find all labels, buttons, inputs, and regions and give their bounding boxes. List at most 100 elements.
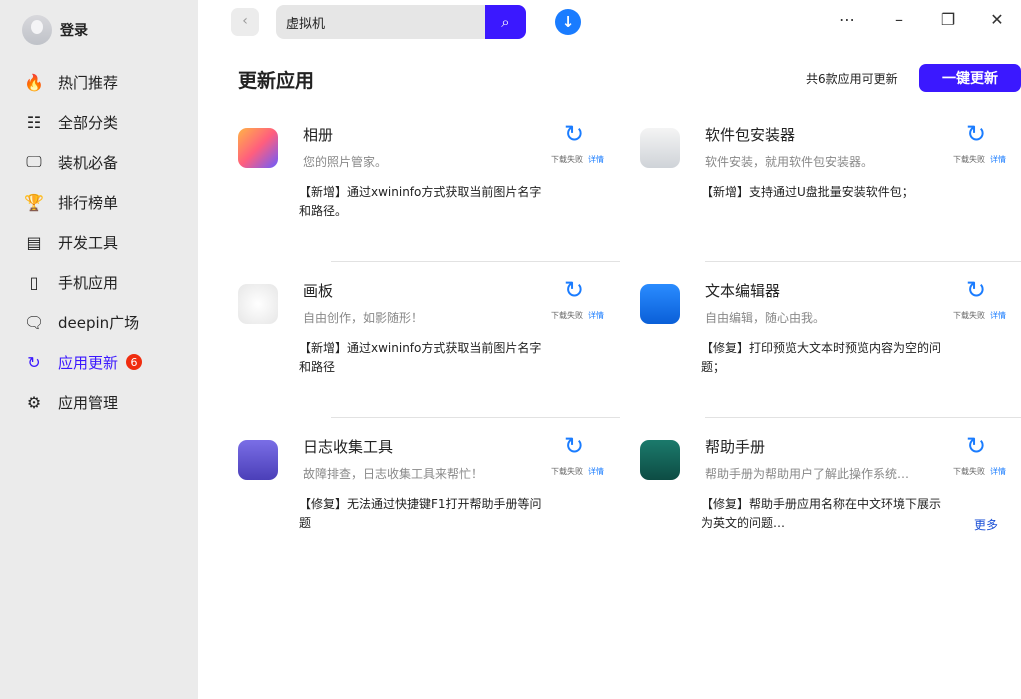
text-editor-icon — [640, 284, 680, 324]
app-name: 软件包安装器 — [705, 126, 796, 144]
sidebar-item-label: 热门推荐 — [58, 73, 119, 92]
manual-icon — [640, 440, 680, 480]
app-name: 文本编辑器 — [705, 282, 781, 300]
app-description: 软件安装，就用软件包安装器。 — [705, 155, 874, 169]
download-manager-button[interactable]: ↓ — [555, 9, 581, 35]
maximize-button[interactable]: ❐ — [936, 10, 960, 29]
retry-button[interactable]: ↻ — [966, 122, 986, 146]
sidebar-item-0[interactable]: 🔥 热门推荐 — [0, 62, 198, 102]
update-note: 【新增】通过xwininfo方式获取当前图片名字和路径 — [299, 341, 542, 374]
login-button[interactable]: 登录 — [22, 15, 88, 45]
log-viewer-icon — [238, 440, 278, 480]
app-update-card: 相册 您的照片管家。 【新增】通过xwininfo方式获取当前图片名字和路径。 … — [238, 120, 618, 260]
draw-icon — [238, 284, 278, 324]
detail-link[interactable]: 详情 — [588, 154, 604, 165]
app-update-card: 帮助手册 帮助手册为帮助用户了解此操作系统… 【修复】帮助手册应用名称在中文环境… — [640, 432, 1020, 572]
detail-link[interactable]: 详情 — [990, 466, 1006, 477]
detail-link[interactable]: 详情 — [990, 154, 1006, 165]
app-update-card: 文本编辑器 自由编辑，随心由我。 【修复】打印预览大文本时预览内容为空的问题； … — [640, 276, 1020, 416]
update-note: 【新增】通过xwininfo方式获取当前图片名字和路径。 — [299, 185, 542, 218]
terminal-icon: ▤ — [26, 232, 42, 252]
login-label: 登录 — [60, 23, 88, 39]
update-note: 【修复】打印预览大文本时预览内容为空的问题； — [701, 341, 942, 374]
more-icon: ⋯ — [839, 10, 855, 29]
refresh-icon: ↻ — [27, 352, 41, 372]
monitor-icon: 🖵 — [26, 152, 42, 171]
sidebar-item-6[interactable]: 🗨 deepin广场 — [0, 302, 198, 342]
fire-icon: 🔥 — [24, 72, 44, 92]
sidebar-item-2[interactable]: 🖵 装机必备 — [0, 142, 198, 182]
gear-icon: ⚙ — [26, 392, 42, 412]
app-description: 自由编辑，随心由我。 — [705, 311, 826, 325]
retry-button[interactable]: ↻ — [564, 278, 584, 302]
close-icon: ✕ — [990, 10, 1004, 29]
menu-button[interactable]: ⋯ — [835, 10, 859, 29]
refresh-icon: ↻ — [564, 120, 585, 148]
chat-icon: 🗨 — [24, 312, 45, 332]
retry-button[interactable]: ↻ — [564, 434, 584, 458]
search-button[interactable]: ⌕ — [485, 5, 526, 39]
maximize-icon: ❐ — [940, 10, 956, 29]
sidebar-item-label: deepin广场 — [58, 313, 140, 332]
package-installer-icon — [640, 128, 680, 168]
update-all-button[interactable]: 一键更新 — [919, 64, 1021, 92]
update-count: 共6款应用可更新 — [806, 72, 898, 86]
retry-button[interactable]: ↻ — [564, 122, 584, 146]
minimize-button[interactable]: – — [887, 10, 911, 29]
app-name: 相册 — [303, 126, 334, 144]
sidebar-item-label: 装机必备 — [58, 153, 119, 172]
app-name: 画板 — [303, 282, 334, 300]
app-update-card: 软件包安装器 软件安装，就用软件包安装器。 【新增】支持通过U盘批量安装软件包；… — [640, 120, 1020, 260]
back-button[interactable]: ‹ — [231, 8, 259, 36]
detail-link[interactable]: 详情 — [588, 466, 604, 477]
download-failed-status: 下载失败 — [551, 467, 583, 476]
sidebar-item-8[interactable]: ⚙ 应用管理 — [0, 382, 198, 422]
sidebar: 登录 🔥 热门推荐 ☷ 全部分类 🖵 装机必备 🏆 排行榜单 ▤ 开发工具 ▯ 手机应用 🗨 deepin… — [0, 0, 198, 699]
page-title: 更新应用 — [238, 70, 315, 92]
download-failed-status: 下载失败 — [551, 155, 583, 164]
refresh-icon: ↻ — [564, 432, 585, 460]
divider — [331, 417, 620, 418]
minimize-icon: – — [895, 10, 903, 29]
sidebar-item-label: 开发工具 — [58, 233, 119, 252]
download-failed-status: 下载失败 — [953, 311, 985, 320]
sidebar-item-label: 应用更新 — [58, 353, 119, 372]
download-failed-status: 下载失败 — [953, 155, 985, 164]
divider — [705, 261, 1021, 262]
app-name: 日志收集工具 — [303, 438, 394, 456]
sidebar-item-label: 手机应用 — [58, 273, 119, 292]
sidebar-item-3[interactable]: 🏆 排行榜单 — [0, 182, 198, 222]
retry-button[interactable]: ↻ — [966, 278, 986, 302]
photo-album-icon — [238, 128, 278, 168]
update-note: 【新增】支持通过U盘批量安装软件包； — [701, 185, 914, 199]
retry-button[interactable]: ↻ — [966, 434, 986, 458]
update-badge: 6 — [126, 354, 143, 370]
update-note: 【修复】帮助手册应用名称在中文环境下展示为英文的问题… — [701, 497, 942, 530]
sidebar-item-label: 全部分类 — [58, 113, 119, 132]
detail-link[interactable]: 详情 — [588, 310, 604, 321]
app-update-card: 画板 自由创作，如影随形！ 【新增】通过xwininfo方式获取当前图片名字和路… — [238, 276, 618, 416]
phone-icon: ▯ — [29, 272, 39, 292]
close-button[interactable]: ✕ — [985, 10, 1009, 29]
download-failed-status: 下载失败 — [953, 467, 985, 476]
sidebar-item-label: 应用管理 — [58, 393, 119, 412]
app-description: 您的照片管家。 — [303, 155, 388, 169]
detail-link[interactable]: 详情 — [990, 310, 1006, 321]
search-icon: ⌕ — [501, 13, 510, 31]
sidebar-item-7[interactable]: ↻ 应用更新 6 — [0, 342, 198, 382]
divider — [705, 417, 1021, 418]
app-description: 故障排查，日志收集工具来帮忙！ — [303, 467, 484, 481]
sidebar-item-1[interactable]: ☷ 全部分类 — [0, 102, 198, 142]
download-icon: ↓ — [561, 13, 575, 31]
search-box: ⌕ — [276, 5, 526, 39]
app-name: 帮助手册 — [705, 438, 766, 456]
sidebar-item-5[interactable]: ▯ 手机应用 — [0, 262, 198, 302]
more-link[interactable]: 更多 — [974, 516, 998, 533]
divider — [331, 261, 620, 262]
refresh-icon: ↻ — [966, 276, 987, 304]
sidebar-item-4[interactable]: ▤ 开发工具 — [0, 222, 198, 262]
trophy-icon: 🏆 — [24, 192, 44, 212]
sidebar-nav: 🔥 热门推荐 ☷ 全部分类 🖵 装机必备 🏆 排行榜单 ▤ 开发工具 ▯ 手机应用 🗨 deepin广场 ↻… — [0, 62, 198, 422]
search-input[interactable] — [276, 5, 476, 39]
app-description: 自由创作，如影随形！ — [303, 311, 424, 325]
